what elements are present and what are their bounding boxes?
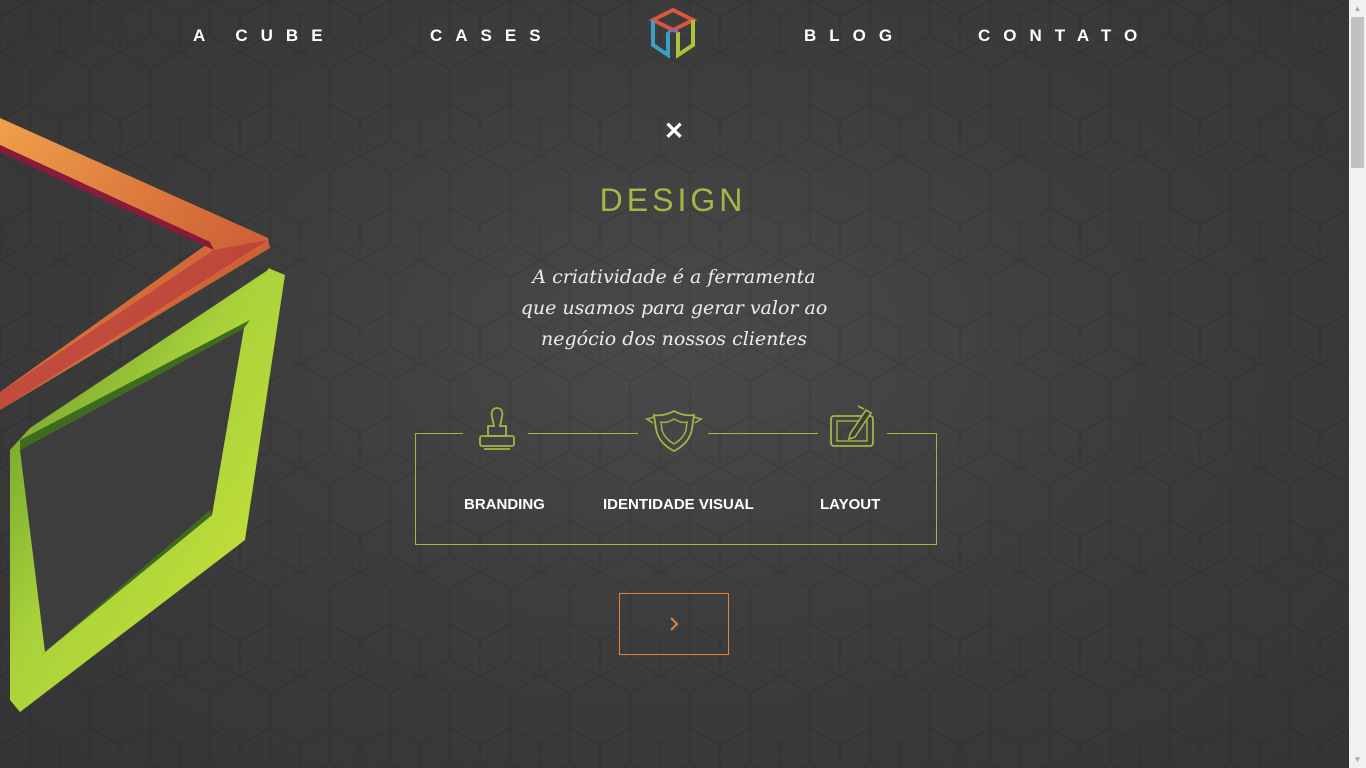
nav-contato[interactable]: CONTATO bbox=[978, 26, 1150, 46]
next-button[interactable] bbox=[619, 593, 729, 655]
chevron-right-icon bbox=[670, 617, 679, 631]
scroll-thumb[interactable] bbox=[1351, 17, 1364, 168]
section-title: DESIGN bbox=[599, 182, 747, 218]
cube-logo-icon[interactable] bbox=[648, 7, 698, 61]
service-layout[interactable]: LAYOUT bbox=[820, 496, 880, 513]
service-identidade-visual[interactable]: IDENTIDADE VISUAL bbox=[603, 496, 754, 513]
vertical-scrollbar[interactable]: ▲ ▼ bbox=[1349, 0, 1366, 768]
scroll-down-arrow-icon[interactable]: ▼ bbox=[1349, 751, 1366, 768]
nav-blog[interactable]: BLOG bbox=[804, 26, 905, 46]
tablet-pen-icon bbox=[830, 405, 874, 447]
shield-icon bbox=[645, 409, 703, 453]
stamp-icon bbox=[479, 407, 515, 450]
subtitle-line: A criatividade é a ferramenta bbox=[532, 266, 816, 288]
service-branding[interactable]: BRANDING bbox=[464, 496, 545, 513]
subtitle-line: que usamos para gerar valor ao bbox=[520, 297, 828, 319]
nav-cases[interactable]: CASES bbox=[430, 26, 554, 46]
nav-a-cube[interactable]: A CUBE bbox=[193, 26, 336, 46]
subtitle-line: negócio dos nossos clientes bbox=[541, 328, 807, 350]
cube-decoration bbox=[0, 118, 285, 712]
section-subtitle: A criatividade é a ferramenta que usamos… bbox=[483, 262, 865, 355]
close-icon[interactable]: ✕ bbox=[663, 120, 685, 144]
scroll-up-arrow-icon[interactable]: ▲ bbox=[1349, 0, 1366, 17]
